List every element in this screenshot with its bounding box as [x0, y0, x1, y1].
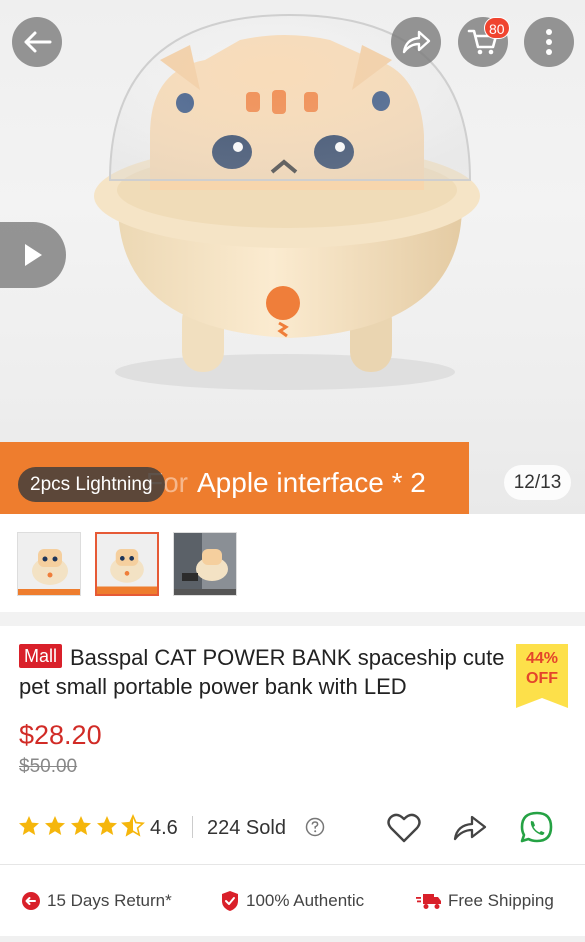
- product-photo: [94, 13, 480, 390]
- thumbnail-image: [174, 533, 236, 595]
- product-image-gallery[interactable]: 80 For Apple interface * 2 2pcs Lightnin…: [0, 0, 585, 514]
- guarantee-label: Free Shipping: [448, 891, 554, 910]
- share-icon: [453, 815, 487, 841]
- discount-label: OFF: [526, 670, 558, 687]
- guarantee-label: 100% Authentic: [246, 891, 365, 910]
- guarantee-shipping: Free Shipping: [416, 890, 554, 912]
- current-price: $28.20: [19, 720, 102, 750]
- section-divider: [0, 936, 585, 942]
- star-icon: [45, 816, 65, 835]
- return-icon: [22, 892, 40, 910]
- arrow-left-icon: [24, 31, 52, 53]
- mall-badge: Mall: [19, 644, 63, 668]
- rating-divider: [192, 816, 193, 838]
- favorite-button[interactable]: [384, 808, 424, 848]
- cart-count-badge: 80: [484, 17, 510, 39]
- discount-percent: 44%: [525, 650, 559, 667]
- share-button[interactable]: [391, 17, 441, 67]
- guarantee-authentic: 100% Authentic: [220, 890, 364, 912]
- section-divider: [0, 612, 585, 626]
- variant-label: Apple interface * 2: [197, 467, 426, 498]
- variant-chip[interactable]: 2pcs Lightning: [18, 467, 165, 502]
- product-title: Basspal CAT POWER BANK spaceship cute pe…: [19, 643, 509, 701]
- more-options-button[interactable]: [524, 17, 574, 67]
- sold-count: 224 Sold: [207, 817, 286, 839]
- back-button[interactable]: [12, 17, 62, 67]
- image-counter: 12/13: [504, 465, 571, 500]
- truck-icon: [416, 894, 441, 909]
- star-half-icon: [121, 814, 145, 837]
- thumbnail-strip: [0, 514, 585, 612]
- thumbnail-2-selected[interactable]: [95, 532, 159, 596]
- thumbnail-image: [97, 534, 157, 594]
- guarantees-bar[interactable]: 15 Days Return* 100% Authentic Free Ship…: [0, 865, 585, 937]
- shield-check-icon: [222, 891, 238, 911]
- help-button[interactable]: [305, 817, 325, 842]
- play-icon: [25, 244, 42, 266]
- more-vertical-icon: [546, 29, 552, 55]
- rating-value: 4.6: [150, 817, 178, 839]
- heart-icon: [387, 813, 421, 843]
- thumbnail-3[interactable]: [173, 532, 237, 596]
- product-title-text: Basspal CAT POWER BANK spaceship cute pe…: [19, 645, 505, 699]
- guarantee-return: 15 Days Return*: [21, 890, 172, 912]
- star-icon: [71, 816, 91, 835]
- guarantee-label: 15 Days Return*: [47, 891, 172, 910]
- thumbnail-image: [18, 533, 80, 595]
- share-icon: [402, 30, 431, 54]
- star-icon: [19, 816, 39, 835]
- whatsapp-share-button[interactable]: [517, 808, 557, 848]
- share-product-button[interactable]: [450, 808, 490, 848]
- discount-badge: 44% OFF: [516, 644, 568, 708]
- original-price: $50.00: [19, 756, 78, 777]
- rating-stars: [17, 814, 145, 838]
- whatsapp-icon: [520, 811, 553, 843]
- question-circle-icon: [305, 817, 325, 837]
- play-video-button[interactable]: [0, 222, 66, 288]
- star-icon: [97, 816, 117, 835]
- thumbnail-1[interactable]: [17, 532, 81, 596]
